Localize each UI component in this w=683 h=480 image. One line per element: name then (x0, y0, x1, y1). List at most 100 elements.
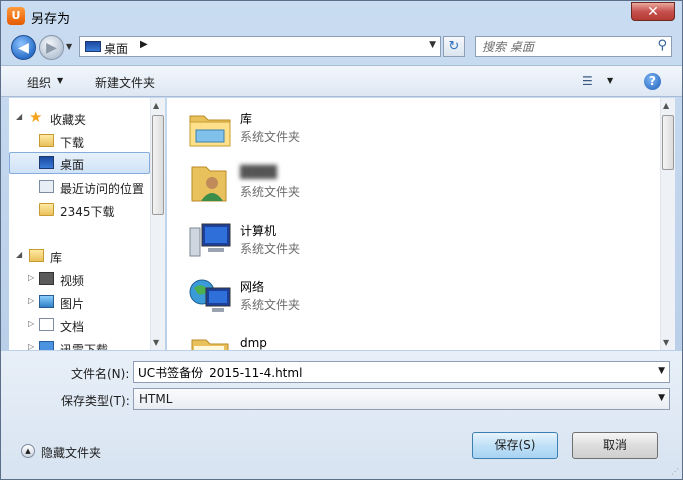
breadcrumb-arrow-icon[interactable]: ▶ (140, 39, 148, 50)
address-location[interactable]: 桌面 (104, 40, 128, 57)
sidebar-item-label: 视频 (60, 274, 85, 288)
sidebar-group-favorites[interactable]: ◢ ★ 收藏夹 (9, 107, 150, 129)
file-name: dmp (240, 336, 267, 350)
save-type-select[interactable]: HTML ▼ (133, 388, 670, 410)
sidebar-item-desktop[interactable]: 桌面 (9, 152, 150, 174)
library-folder-icon (189, 115, 231, 147)
file-name: ████ (240, 165, 277, 179)
file-type: 系统文件夹 (240, 298, 301, 312)
expand-icon[interactable]: ▷ (28, 296, 34, 305)
resize-grip-icon[interactable]: ⋰ (671, 467, 679, 476)
scroll-up-icon[interactable]: ▲ (663, 101, 669, 110)
hide-folders-button[interactable]: 隐藏文件夹 (41, 444, 101, 461)
cancel-button[interactable]: 取消 (572, 432, 658, 459)
file-type: 系统文件夹 (240, 185, 301, 199)
file-list-scrollbar[interactable]: ▲ ▼ (660, 98, 675, 350)
scrollbar-thumb[interactable] (152, 115, 164, 215)
sidebar-item-label: 桌面 (60, 158, 85, 172)
file-item-computer[interactable]: 计算机 系统文件夹 (185, 216, 485, 266)
sidebar-item-label: 图片 (60, 297, 85, 311)
window-title: 另存为 (31, 12, 71, 27)
chevron-down-icon[interactable]: ▼ (658, 366, 665, 376)
sidebar-item-documents[interactable]: ▷ 文档 (9, 314, 150, 336)
pictures-library-icon (39, 295, 54, 308)
navigation-scrollbar[interactable]: ▲ ▼ (150, 98, 165, 350)
expand-icon[interactable]: ▷ (28, 342, 34, 350)
file-name: 库 (240, 112, 253, 126)
file-list: 库 系统文件夹 ████ 系统文件夹 计算机 系统文件夹 网络 系统文件夹 dm… (167, 98, 660, 350)
sidebar-item-recent-places[interactable]: 最近访问的位置 (9, 176, 150, 198)
user-folder-icon (191, 166, 227, 202)
file-item-network[interactable]: 网络 系统文件夹 (185, 272, 485, 322)
scroll-down-icon[interactable]: ▼ (153, 338, 159, 347)
close-button[interactable]: ✕ (631, 2, 675, 21)
address-dropdown-icon[interactable]: ▼ (429, 40, 436, 50)
sidebar-item-thunder-downloads[interactable]: ▷ 迅雷下载 (9, 337, 150, 350)
collapse-icon[interactable]: ◢ (16, 112, 22, 121)
sidebar-item-pictures[interactable]: ▷ 图片 (9, 291, 150, 313)
sidebar-item-label: 文档 (60, 320, 85, 334)
view-dropdown-icon[interactable]: ▼ (607, 76, 613, 85)
refresh-button[interactable]: ↻ (443, 36, 465, 57)
file-item-libraries[interactable]: 库 系统文件夹 (185, 104, 485, 154)
back-button[interactable]: ◀ (11, 35, 36, 60)
chevron-down-icon[interactable]: ▼ (658, 393, 665, 403)
scroll-down-icon[interactable]: ▼ (663, 338, 669, 347)
download-folder-icon (39, 134, 54, 147)
file-item-user[interactable]: ████ 系统文件夹 (185, 159, 485, 209)
sidebar-group-label: 库 (50, 251, 63, 265)
file-type: 系统文件夹 (240, 130, 301, 144)
collapse-icon[interactable]: ◢ (16, 250, 22, 259)
sidebar-item-downloads[interactable]: 下载 (9, 130, 150, 152)
scrollbar-thumb[interactable] (662, 115, 674, 170)
documents-library-icon (39, 318, 54, 331)
sidebar-item-label: 下载 (60, 136, 85, 150)
sidebar-item-label: 2345下载 (60, 205, 115, 219)
star-icon: ★ (29, 108, 43, 126)
save-type-label: 保存类型(T): (61, 394, 130, 408)
command-bar: 组织 ▼ 新建文件夹 ☰ ▼ ? (1, 65, 682, 97)
network-icon (189, 279, 231, 312)
sidebar-group-label: 收藏夹 (50, 113, 87, 127)
navigation-pane: ◢ ★ 收藏夹 下载 桌面 最近访问的位置 2345下载 ◢ 库 ▷ 视频 ▷ … (9, 98, 150, 350)
new-folder-button[interactable]: 新建文件夹 (95, 74, 155, 91)
recent-places-icon (39, 180, 54, 193)
save-as-dialog: U 另存为 ✕ ◀ ▶ ▼ 桌面 ▶ ▼ ↻ ⚲ 组织 ▼ 新建文件夹 ☰ ▼ … (0, 0, 683, 480)
view-options-icon[interactable]: ☰ (582, 73, 598, 89)
file-item-dmp[interactable]: dmp (185, 330, 485, 350)
computer-icon (189, 223, 231, 257)
desktop-icon (85, 41, 101, 52)
save-type-value: HTML (139, 392, 173, 406)
scroll-up-icon[interactable]: ▲ (153, 101, 159, 110)
forward-button[interactable]: ▶ (39, 35, 64, 60)
save-options-panel: 文件名(N): ▼ 保存类型(T): HTML ▼ ▲ 隐藏文件夹 保存(S) … (1, 351, 682, 479)
title-bar: U 另存为 ✕ (1, 1, 682, 31)
hide-folders-icon[interactable]: ▲ (21, 444, 35, 458)
organize-dropdown-icon[interactable]: ▼ (57, 76, 63, 85)
expand-icon[interactable]: ▷ (28, 273, 34, 282)
filename-input[interactable] (138, 365, 648, 379)
search-input[interactable] (482, 39, 647, 54)
help-icon[interactable]: ? (644, 73, 661, 90)
filename-label: 文件名(N): (71, 367, 130, 381)
folder-icon (39, 203, 54, 216)
thunder-download-icon (39, 341, 54, 350)
library-icon (29, 249, 44, 262)
organize-button[interactable]: 组织 (27, 74, 51, 91)
file-type: 系统文件夹 (240, 242, 301, 256)
expand-icon[interactable]: ▷ (28, 319, 34, 328)
save-button[interactable]: 保存(S) (472, 432, 558, 459)
sidebar-item-2345-downloads[interactable]: 2345下载 (9, 199, 150, 221)
search-box[interactable]: ⚲ (475, 36, 672, 57)
address-bar[interactable]: 桌面 ▶ ▼ (79, 36, 441, 57)
filename-combobox[interactable]: ▼ (133, 361, 670, 383)
recent-pages-dropdown-icon[interactable]: ▼ (66, 42, 76, 52)
video-library-icon (39, 272, 54, 285)
sidebar-item-videos[interactable]: ▷ 视频 (9, 268, 150, 290)
file-name: 网络 (240, 280, 265, 294)
sidebar-group-libraries[interactable]: ◢ 库 (9, 245, 150, 267)
folder-icon (191, 339, 229, 350)
file-name: 计算机 (240, 224, 277, 238)
uc-browser-icon: U (7, 7, 25, 25)
search-icon[interactable]: ⚲ (657, 38, 667, 53)
